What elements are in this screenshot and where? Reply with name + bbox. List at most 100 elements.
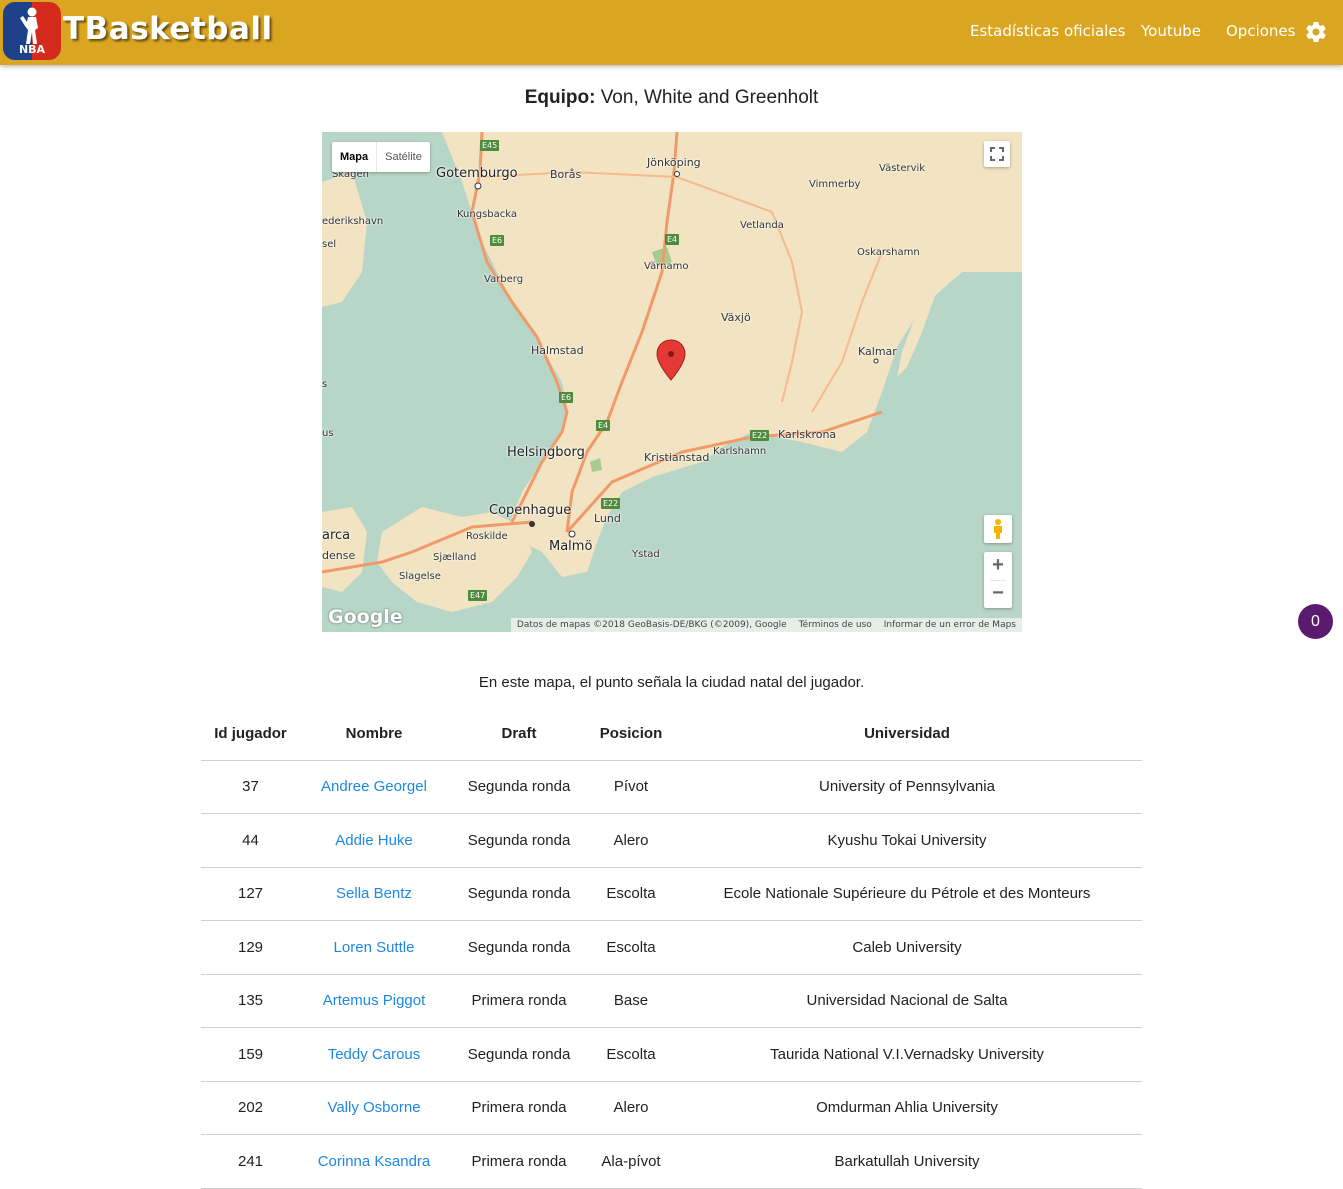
player-position: Escolta [590, 867, 672, 921]
table-row: 129 Loren Suttle Segunda ronda Escolta C… [201, 920, 1142, 975]
pegman-icon [994, 519, 1002, 539]
brand-title[interactable]: TBasketball [63, 11, 273, 47]
map-city-label: ederikshavn [322, 216, 384, 227]
road-label: E6 [559, 392, 574, 403]
map-attribution-bar: Datos de mapas ©2018 GeoBasis-DE/BKG (©2… [510, 618, 1022, 632]
player-draft: Primera ronda [448, 1134, 590, 1189]
player-university: Ecole Nationale Supérieure du Pétrole et… [672, 867, 1142, 921]
road-label: E4 [596, 420, 611, 431]
player-university: Taurida National V.I.Vernadsky Universit… [672, 1027, 1142, 1082]
player-draft: Segunda ronda [448, 1027, 590, 1082]
player-position: Base [590, 974, 672, 1028]
player-draft: Primera ronda [448, 974, 590, 1028]
player-name-link[interactable]: Loren Suttle [334, 939, 415, 956]
road-label: E22 [750, 430, 770, 441]
player-silhouette-icon [20, 7, 38, 44]
nav-estadisticas[interactable]: Estadísticas oficiales [970, 22, 1125, 40]
player-id: 44 [201, 813, 300, 868]
map-type-control: Mapa Satélite [332, 142, 430, 172]
map-report-link[interactable]: Informar de un error de Maps [878, 618, 1022, 632]
map-city-label: arca [322, 528, 351, 543]
player-draft: Segunda ronda [448, 813, 590, 868]
map-city-label: Slagelse [399, 571, 441, 582]
top-navbar: NBA TBasketball Estadísticas oficiales Y… [0, 0, 1343, 65]
map-city-label: Vimmerby [809, 179, 861, 190]
road-label: E4 [665, 234, 680, 245]
player-draft: Segunda ronda [448, 867, 590, 921]
map-type-mapa[interactable]: Mapa [332, 142, 376, 172]
player-draft: Primera ronda [448, 1081, 590, 1135]
player-position: Ala-pívot [590, 1134, 672, 1189]
player-university: Caleb University [672, 920, 1142, 975]
map-type-satelite[interactable]: Satélite [376, 142, 430, 172]
player-position: Alero [590, 813, 672, 868]
map-city-label: Halmstad [531, 344, 584, 357]
nav-youtube[interactable]: Youtube [1141, 22, 1201, 40]
map-caption: En este mapa, el punto señala la ciudad … [478, 674, 865, 691]
nba-logo[interactable]: NBA [3, 2, 61, 60]
zoom-in-button[interactable]: + [984, 552, 1012, 580]
player-id: 159 [201, 1027, 300, 1082]
column-header-nombre[interactable]: Nombre [300, 707, 448, 761]
player-id: 241 [201, 1134, 300, 1189]
player-name-link[interactable]: Addie Huke [335, 832, 413, 849]
player-name-link[interactable]: Sella Bentz [336, 885, 412, 902]
column-header-draft[interactable]: Draft [448, 707, 590, 761]
player-university: Universidad Nacional de Salta [672, 974, 1142, 1028]
table-row: 202 Vally Osborne Primera ronda Alero Om… [201, 1081, 1142, 1135]
player-name-link[interactable]: Corinna Ksandra [318, 1153, 431, 1170]
map-city-label: Varberg [484, 274, 524, 285]
road-label: E45 [480, 140, 500, 151]
column-header-universidad[interactable]: Universidad [672, 707, 1142, 761]
map-city-label: Karlskrona [778, 428, 837, 441]
table-row: 44 Addie Huke Segunda ronda Alero Kyushu… [201, 813, 1142, 868]
map-city-label: Värnamo [644, 261, 689, 272]
player-id: 129 [201, 920, 300, 975]
map-city-label: Gotemburgo [436, 166, 518, 181]
table-header-row: Id jugador Nombre Draft Posicion Univers… [201, 707, 1142, 761]
player-name-link[interactable]: Vally Osborne [327, 1099, 420, 1116]
map-city-label: Vetlanda [740, 220, 784, 231]
player-id: 127 [201, 867, 300, 921]
table-row: 135 Artemus Piggot Primera ronda Base Un… [201, 974, 1142, 1028]
player-draft: Segunda ronda [448, 760, 590, 814]
table-row: 241 Corinna Ksandra Primera ronda Ala-pí… [201, 1134, 1142, 1189]
table-row: 159 Teddy Carous Segunda ronda Escolta T… [201, 1027, 1142, 1082]
map-city-label: Kungsbacka [457, 209, 518, 220]
map-city-label: Växjö [721, 311, 751, 324]
player-id: 37 [201, 760, 300, 814]
player-name-link[interactable]: Artemus Piggot [323, 992, 426, 1009]
map-city-label: Jönköping [647, 156, 701, 169]
logo-text: NBA [18, 43, 46, 56]
player-name-link[interactable]: Teddy Carous [328, 1046, 421, 1063]
map-canvas[interactable] [322, 132, 1022, 632]
street-view-button[interactable] [984, 515, 1012, 543]
google-map[interactable]: Gotemburgo Borås Jönköping Västervik Vim… [322, 132, 1022, 632]
map-attribution: Datos de mapas ©2018 GeoBasis-DE/BKG (©2… [516, 620, 787, 630]
team-heading: Equipo: Von, White and Greenholt [0, 87, 1343, 109]
players-table: Id jugador Nombre Draft Posicion Univers… [201, 707, 1142, 1189]
gear-icon[interactable] [1304, 20, 1328, 44]
nav-opciones[interactable]: Opciones [1226, 22, 1295, 40]
map-terms-link[interactable]: Términos de uso [793, 618, 878, 632]
map-city-label: Helsingborg [507, 445, 585, 460]
map-city-label: Karlshamn [713, 446, 767, 457]
player-university: Kyushu Tokai University [672, 813, 1142, 868]
column-header-posicion[interactable]: Posicion [590, 707, 672, 761]
player-position: Escolta [590, 1027, 672, 1082]
counter-badge[interactable]: 0 [1298, 604, 1333, 639]
table-row: 37 Andree Georgel Segunda ronda Pívot Un… [201, 760, 1142, 814]
map-city-label: us [322, 428, 334, 439]
map-city-label: Roskilde [466, 531, 508, 542]
map-city-label: Borås [550, 168, 582, 181]
fullscreen-button[interactable] [984, 141, 1010, 167]
google-logo[interactable]: Google [328, 606, 403, 628]
team-name: Von, White and Greenholt [600, 87, 819, 108]
zoom-out-button[interactable]: − [984, 580, 1012, 608]
player-name-link[interactable]: Andree Georgel [321, 778, 427, 795]
map-city-label: Kristianstad [644, 451, 710, 464]
map-city-label: Malmö [549, 539, 593, 554]
map-city-label: Oskarshamn [857, 247, 920, 258]
column-header-id[interactable]: Id jugador [201, 707, 300, 761]
map-city-label: Lund [594, 512, 621, 525]
